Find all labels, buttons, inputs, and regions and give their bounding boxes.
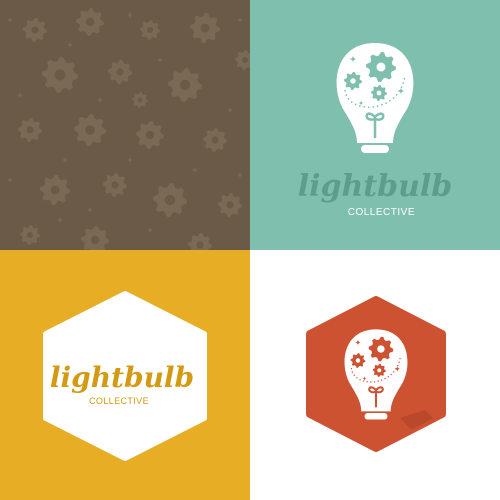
gear-hole: [27, 232, 33, 238]
gear-hole: [200, 23, 210, 33]
gear-hole: [116, 68, 124, 76]
gear-hole: [350, 78, 356, 84]
gear-hole: [355, 358, 361, 363]
gear-hole: [196, 241, 204, 249]
bulb-base: [364, 413, 388, 420]
bulb-base: [361, 145, 389, 153]
sparkle-icon: [226, 106, 234, 114]
gear-hole: [242, 57, 248, 63]
gear-hole: [376, 62, 386, 72]
long-shadow: [400, 410, 442, 448]
sparkle-icon: [96, 96, 104, 104]
brand-wordmark: lightbulb: [50, 361, 194, 394]
sparkle-icon: [146, 226, 154, 234]
gear-hole: [90, 235, 100, 245]
sparkle-icon: [86, 206, 94, 214]
teal-logo-panel: lightbulb COLLECTIVE: [250, 0, 500, 250]
sparkle-icon: [6, 16, 14, 24]
gear-hole: [85, 17, 95, 27]
sparkle-icon: [16, 91, 24, 99]
gear-hole: [31, 26, 39, 34]
gear-hole: [50, 185, 60, 195]
gear-pattern: [6, 8, 250, 250]
sparkle-icon: [61, 156, 69, 164]
gear-hole: [164, 194, 176, 206]
hexagon-icon-panel: [250, 250, 500, 500]
gear-hole: [137, 97, 143, 103]
gear-hole: [26, 126, 34, 134]
sparkle-icon: [126, 11, 134, 19]
gear-pattern-panel: [0, 0, 250, 250]
gear-hole: [85, 125, 95, 135]
gear-hole: [377, 368, 382, 373]
brand-tagline: COLLECTIVE: [348, 207, 415, 218]
gear-hole: [377, 345, 385, 353]
brand-board: lightbulb COLLECTIVE lightbulb COLLECTIV…: [0, 0, 500, 500]
sparkle-icon: [191, 166, 199, 174]
brand-wordmark: lightbulb: [298, 169, 453, 204]
sparkle-icon: [56, 216, 64, 224]
gear-hole: [226, 201, 234, 209]
lightbulb-icon: [336, 43, 414, 153]
sparkle-icon: [236, 16, 244, 24]
gear-hole: [147, 27, 153, 33]
gear-hole: [376, 90, 382, 96]
sparkle-icon: [236, 171, 244, 179]
sparkle-icon: [6, 176, 14, 184]
gear-hole: [211, 136, 219, 144]
gear-hole: [145, 130, 155, 140]
sparkle-icon: [66, 41, 74, 49]
sparkle-icon: [156, 56, 164, 64]
gear-hole: [54, 69, 66, 81]
gear-hole: [111, 181, 119, 189]
brand-tagline: COLLECTIVE: [89, 396, 149, 406]
sparkle-icon: [126, 156, 134, 164]
gear-hole: [179, 79, 191, 91]
hexagon-wordmark-panel: lightbulb COLLECTIVE: [0, 250, 250, 500]
